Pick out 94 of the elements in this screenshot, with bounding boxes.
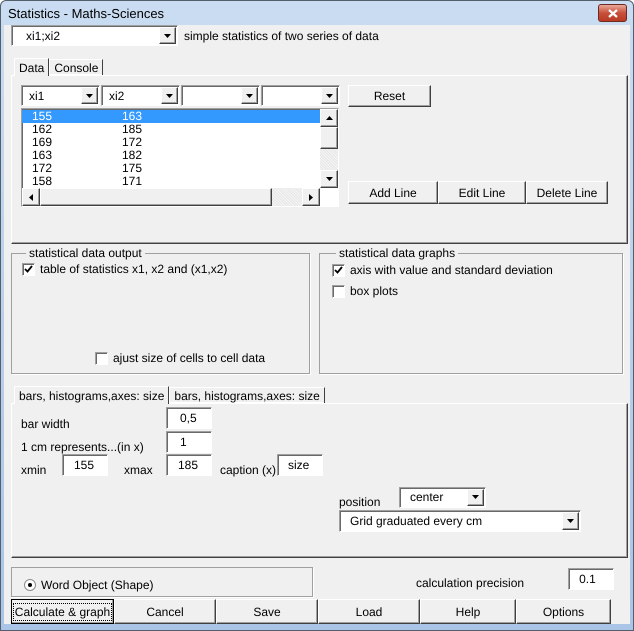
list-row[interactable]: 158 171 [22, 175, 320, 188]
caret-icon [326, 94, 333, 98]
dialog-button[interactable]: Options [516, 599, 611, 624]
checkbox[interactable] [332, 264, 345, 276]
horizontal-scrollbar[interactable] [22, 188, 320, 206]
list-row[interactable]: 162 185 [22, 123, 320, 136]
description: simple statistics of two series of data [184, 28, 379, 42]
dropdown-button[interactable] [159, 27, 176, 44]
dialog-button[interactable]: Help [420, 599, 516, 624]
field-label: calculation precision [416, 575, 524, 590]
list-cell-text: 162 [31, 123, 54, 136]
list-cell-text: 163 [121, 110, 144, 123]
field-label: 1 cm represents...(in x) [21, 439, 145, 454]
checkbox[interactable] [95, 352, 108, 364]
field-label: xmin [21, 462, 48, 477]
checkbox-label: ajust size of cells to cell data [113, 351, 266, 365]
list-cell-text: 175 [121, 162, 144, 175]
down-arrow-icon [326, 177, 332, 181]
right-arrow-icon [309, 194, 313, 200]
caret-icon [472, 495, 479, 499]
dialog-button[interactable]: Load [318, 599, 420, 624]
list-cell-text: 169 [31, 136, 54, 149]
left-arrow-icon [29, 194, 33, 200]
dropdown-button[interactable] [81, 87, 98, 104]
checkbox[interactable] [332, 284, 345, 298]
group-title: statistical data graphs [338, 246, 456, 260]
list-cell-text: 185 [121, 123, 144, 136]
scroll-up-button[interactable] [320, 109, 338, 127]
input-field[interactable]: 185 [166, 454, 212, 476]
list-row[interactable]: 163 182 [22, 149, 320, 162]
line-button[interactable]: Delete Line [526, 181, 608, 204]
field-label: bar width [21, 416, 71, 431]
list-cell-text: 171 [121, 175, 144, 188]
list-row[interactable]: 172 175 [22, 162, 320, 175]
checkbox-label: box plots [350, 284, 398, 298]
list-cell-text: 163 [31, 149, 54, 162]
scroll-thumb[interactable] [320, 127, 338, 149]
dropdown-button[interactable] [241, 87, 258, 104]
list-cell-text: 158 [31, 175, 54, 188]
input-field[interactable]: 155 [62, 454, 108, 476]
caret-icon [567, 519, 574, 523]
close-button[interactable] [598, 4, 627, 22]
tab[interactable]: bars, histograms,axes: size [169, 387, 325, 403]
list-cell-text: 172 [121, 136, 144, 149]
caret-icon [164, 34, 171, 38]
scroll-down-button[interactable] [320, 170, 338, 188]
close-icon [608, 8, 618, 18]
series-dropdown[interactable]: xi1;xi2 [11, 25, 178, 46]
window-title: Statistics - Maths-Sciences [8, 6, 164, 20]
list-row[interactable]: 169 172 [22, 136, 320, 149]
caret-icon [246, 94, 253, 98]
field-label: caption (x) [220, 462, 277, 477]
dialog-button[interactable]: Calculate & graph [11, 599, 114, 624]
tab[interactable]: Data [14, 58, 50, 76]
grid-dropdown[interactable]: Grid graduated every cm [339, 510, 581, 532]
dialog-button[interactable]: Save [216, 599, 318, 624]
caret-icon [86, 94, 93, 98]
dropdown-button[interactable] [321, 87, 338, 104]
up-arrow-icon [326, 116, 332, 120]
column-dropdown[interactable]: xi1 [21, 85, 100, 106]
dropdown-button[interactable] [562, 512, 579, 530]
checkbox[interactable] [22, 262, 35, 276]
scroll-thumb[interactable] [40, 188, 272, 206]
data-list[interactable]: 155 163 162 185 169 172 163 182 172 175 158 171 [21, 108, 339, 207]
position-dropdown[interactable]: center [399, 486, 486, 508]
column-dropdown[interactable]: xi2 [101, 85, 180, 106]
field-label: xmax [124, 462, 154, 477]
field-label: position [339, 494, 382, 509]
radio-button[interactable] [24, 579, 36, 591]
checkbox-label: table of statistics x1, x2 and (x1,x2) [40, 262, 228, 276]
input-field[interactable]: 1 [166, 431, 212, 453]
input-field[interactable]: 0,5 [166, 407, 212, 429]
dropdown-button[interactable] [161, 87, 178, 104]
column-dropdown[interactable] [181, 85, 260, 106]
column-dropdown[interactable] [261, 85, 340, 106]
reset-button[interactable]: Reset [348, 85, 431, 107]
checkbox-label: axis with value and standard deviation [350, 263, 553, 277]
line-button[interactable]: Edit Line [438, 181, 526, 204]
dialog-button[interactable]: Cancel [114, 599, 216, 624]
list-cell-text: 182 [121, 149, 144, 162]
input-field[interactable]: 0.1 [568, 568, 614, 590]
group-title: statistical data output [28, 246, 143, 260]
list-cell-text: 155 [31, 110, 54, 123]
scroll-left-button[interactable] [22, 188, 40, 206]
input-field[interactable]: size [277, 454, 323, 476]
vertical-scrollbar[interactable] [320, 109, 338, 188]
dropdown-button[interactable] [467, 488, 484, 506]
list-cell-text: 172 [31, 162, 54, 175]
tab[interactable]: bars, histograms,axes: size [14, 386, 170, 404]
line-button[interactable]: Add Line [348, 181, 438, 204]
tab[interactable]: Console [49, 59, 104, 75]
radio-label: Word Object (Shape) [41, 578, 154, 592]
scroll-right-button[interactable] [302, 188, 320, 206]
caret-icon [166, 94, 173, 98]
